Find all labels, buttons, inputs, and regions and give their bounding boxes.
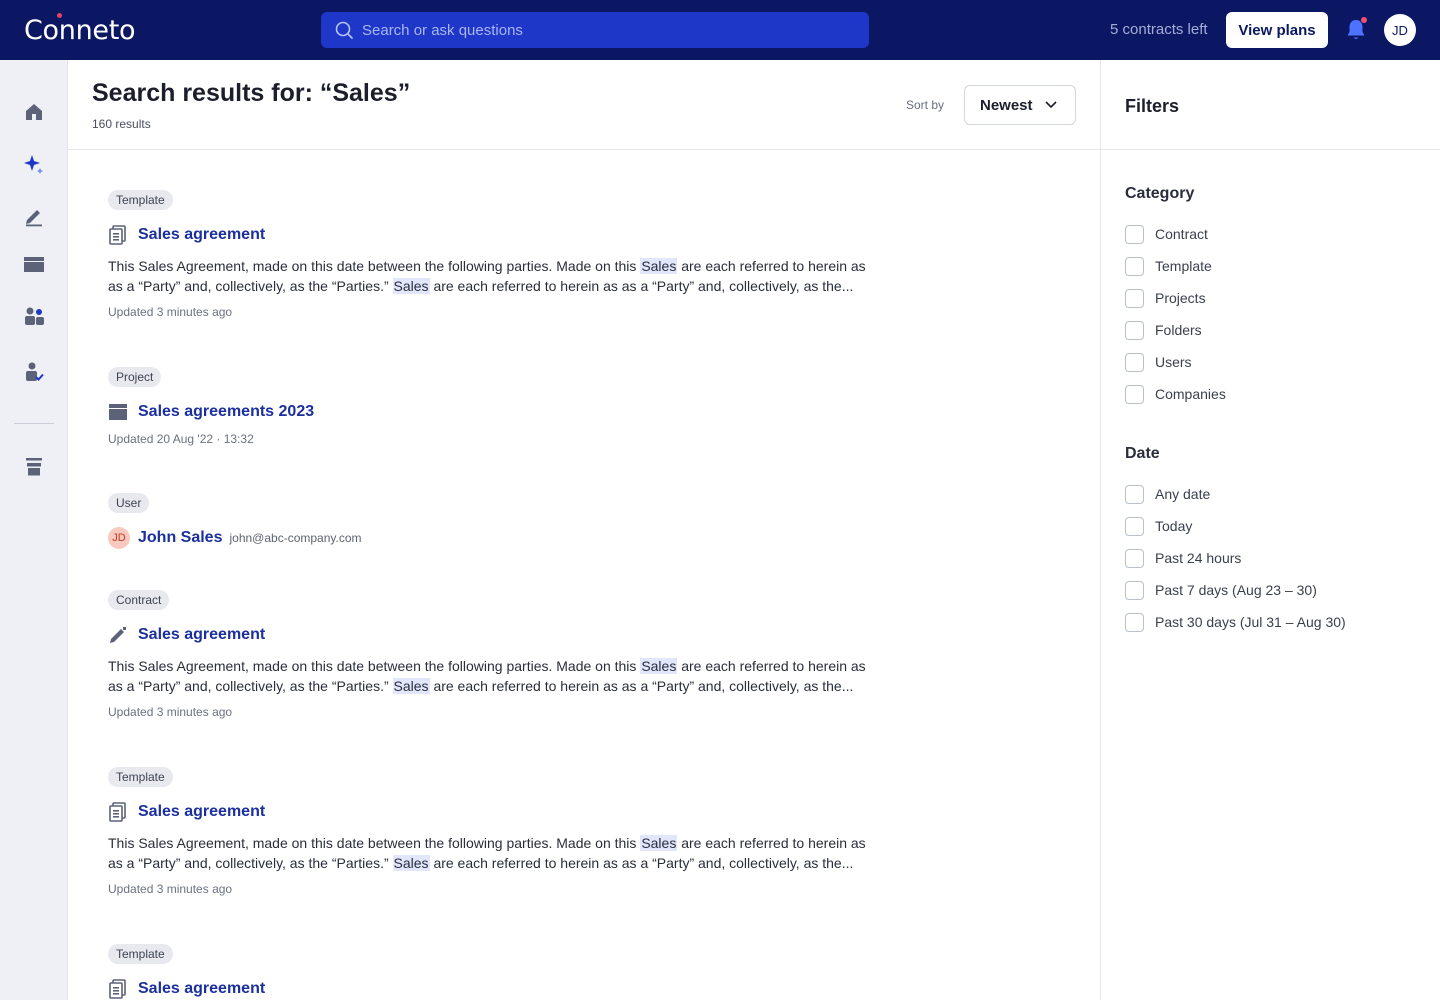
- filter-option-folders[interactable]: Folders: [1125, 320, 1202, 340]
- search-icon: [335, 21, 353, 39]
- checkbox[interactable]: [1125, 288, 1144, 308]
- search-result: Template Sales agreement: [108, 944, 938, 1000]
- checkbox[interactable]: [1125, 548, 1144, 568]
- filter-option-contract[interactable]: Contract: [1125, 224, 1208, 244]
- rail-divider: [14, 423, 54, 424]
- filter-option-any-date[interactable]: Any date: [1125, 484, 1210, 504]
- result-type-tag: Template: [108, 190, 173, 210]
- checkbox[interactable]: [1125, 580, 1144, 600]
- notifications-bell-icon[interactable]: [1345, 17, 1367, 42]
- sort-dropdown[interactable]: Newest: [964, 85, 1076, 125]
- left-nav-rail: [0, 60, 68, 1000]
- result-updated: Updated 3 minutes ago: [108, 705, 233, 719]
- filter-option-past-24-hours[interactable]: Past 24 hours: [1125, 548, 1241, 568]
- checkbox[interactable]: [1125, 612, 1144, 632]
- logo[interactable]: Conneto: [24, 13, 136, 46]
- top-bar: Conneto 5 contracts left View plans JD: [0, 0, 1440, 60]
- result-title-link[interactable]: John Sales: [138, 529, 222, 547]
- filter-option-companies[interactable]: Companies: [1125, 384, 1226, 404]
- pen-icon[interactable]: [22, 204, 46, 228]
- search-result: Template Sales agreement This Sales Agre…: [108, 767, 938, 896]
- result-title-link[interactable]: Sales agreement: [138, 226, 265, 244]
- results-count: 160 results: [92, 117, 151, 131]
- filters-panel: Filters Category Contract Template Proje…: [1100, 60, 1440, 1000]
- checkbox[interactable]: [1125, 516, 1144, 536]
- search-bar[interactable]: [321, 12, 869, 48]
- home-icon[interactable]: [22, 100, 46, 124]
- checkbox[interactable]: [1125, 224, 1144, 244]
- sort-value: Newest: [980, 96, 1033, 114]
- view-plans-button[interactable]: View plans: [1226, 12, 1328, 48]
- logo-dot: [57, 13, 62, 18]
- result-title-link[interactable]: Sales agreement: [138, 980, 265, 998]
- result-updated: Updated 3 minutes ago: [108, 305, 233, 319]
- filter-option-projects[interactable]: Projects: [1125, 288, 1206, 308]
- result-type-tag: Project: [108, 367, 162, 387]
- result-type-tag: Contract: [108, 590, 170, 610]
- search-result: Project Sales agreements 2023 Updated 20…: [108, 367, 938, 446]
- checkbox[interactable]: [1125, 384, 1144, 404]
- result-snippet: This Sales Agreement, made on this date …: [108, 835, 866, 871]
- user-email: john@abc-company.com: [229, 531, 362, 545]
- result-title-link[interactable]: Sales agreements 2023: [138, 403, 314, 421]
- filter-option-template[interactable]: Template: [1125, 256, 1212, 276]
- users-icon[interactable]: [22, 304, 46, 328]
- search-result: Contract Sales agreement This Sales Agre…: [108, 590, 938, 719]
- category-filter-title: Category: [1125, 185, 1195, 202]
- document-icon: [108, 979, 128, 999]
- page-title: Search results for: “Sales”: [92, 79, 411, 107]
- checkbox[interactable]: [1125, 484, 1144, 504]
- folder-icon: [108, 402, 128, 422]
- result-type-tag: Template: [108, 944, 173, 964]
- search-result: User JD John Sales john@abc-company.com: [108, 493, 938, 549]
- result-snippet: This Sales Agreement, made on this date …: [108, 258, 866, 294]
- result-updated: Updated 3 minutes ago: [108, 882, 233, 896]
- filters-title: Filters: [1125, 96, 1180, 116]
- user-check-icon[interactable]: [22, 360, 46, 384]
- results-header: Search results for: “Sales” 160 results …: [68, 60, 1100, 150]
- avatar: JD: [108, 527, 130, 549]
- sparkle-icon[interactable]: [22, 152, 46, 176]
- folder-icon[interactable]: [22, 252, 46, 276]
- result-updated: Updated 20 Aug '22 · 13:32: [108, 432, 254, 446]
- trash-icon[interactable]: [22, 455, 46, 479]
- result-type-tag: User: [108, 493, 150, 513]
- checkbox[interactable]: [1125, 352, 1144, 372]
- checkbox[interactable]: [1125, 256, 1144, 276]
- filters-header: Filters: [1101, 60, 1440, 150]
- result-snippet: This Sales Agreement, made on this date …: [108, 658, 866, 694]
- result-title-link[interactable]: Sales agreement: [138, 626, 265, 644]
- chevron-down-icon: [1045, 101, 1057, 109]
- filter-option-past-30-days[interactable]: Past 30 days (Jul 31 – Aug 30): [1125, 612, 1346, 632]
- result-title-link[interactable]: Sales agreement: [138, 803, 265, 821]
- document-icon: [108, 225, 128, 245]
- main-content: Search results for: “Sales” 160 results …: [68, 60, 1100, 1000]
- search-input[interactable]: [362, 21, 842, 39]
- notification-dot: [1361, 17, 1367, 23]
- filter-option-users[interactable]: Users: [1125, 352, 1192, 372]
- search-result: Template Sales agreement This Sales Agre…: [108, 190, 938, 319]
- checkbox[interactable]: [1125, 320, 1144, 340]
- document-icon: [108, 802, 128, 822]
- filter-option-past-7-days[interactable]: Past 7 days (Aug 23 – 30): [1125, 580, 1317, 600]
- sort-label: Sort by: [906, 98, 945, 112]
- result-type-tag: Template: [108, 767, 173, 787]
- contracts-left-text: 5 contracts left: [1110, 21, 1208, 38]
- date-filter-title: Date: [1125, 445, 1160, 462]
- pen-icon: [108, 625, 128, 645]
- user-avatar[interactable]: JD: [1384, 14, 1416, 46]
- filter-option-today[interactable]: Today: [1125, 516, 1192, 536]
